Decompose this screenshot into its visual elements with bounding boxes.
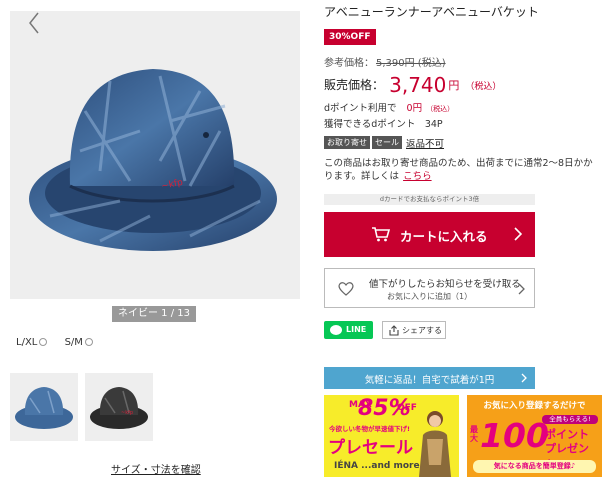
banner2-top-text: お気に入り登録するだけで <box>483 401 586 411</box>
product-title: アベニューランナーアベニューバケット <box>324 5 539 19</box>
share-label: シェアする <box>402 326 442 335</box>
thumbnail-black[interactable]: ~kfp <box>85 373 153 441</box>
presale-banner[interactable]: MAX 85% OFF 今欲しい冬物が早速値下げ! プレセール IÉNA ...… <box>324 395 459 477</box>
line-icon <box>330 325 342 335</box>
banner-subtitle: 今欲しい冬物が早速値下げ! <box>329 425 410 433</box>
sale-price-yen: 円 <box>448 79 460 92</box>
reference-price-value: 5,390円 (税込) <box>376 58 446 69</box>
chevron-left-icon[interactable] <box>26 11 42 35</box>
sale-price-value: 3,740 <box>389 73 447 97</box>
reference-price-label: 参考価格： <box>324 58 374 69</box>
chevron-right-icon <box>521 373 527 383</box>
dpoint-use-label: dポイント利用で <box>324 103 397 114</box>
price-drop-favorite-button[interactable]: 値下がりしたらお知らせを受け取る お気に入りに追加（1） <box>324 268 535 308</box>
price-drop-label: 値下がりしたらお知らせを受け取る <box>369 279 521 290</box>
size-options: L/XL S/M <box>16 337 107 348</box>
thumbnail-navy[interactable] <box>10 373 78 441</box>
navy-hat-thumbnail-image <box>15 387 73 429</box>
heart-icon <box>338 282 354 296</box>
share-icon <box>389 325 399 336</box>
model-photo-icon <box>419 411 451 477</box>
size-option-sm[interactable]: S/M <box>65 337 93 348</box>
stock-circle-icon <box>84 338 93 346</box>
line-share-button[interactable]: LINE <box>324 321 373 339</box>
chevron-right-icon[interactable] <box>282 11 300 35</box>
tag-sale: セール <box>372 136 402 149</box>
banner-main-title: プレセール <box>328 438 413 458</box>
dpoint-use-tax: （税込） <box>426 105 455 113</box>
add-to-cart-label: カートに入れる <box>400 229 488 244</box>
favorite-count-label: お気に入りに追加（1） <box>387 292 473 301</box>
banner2-bottom-text: 気になる商品を簡単登録♪ <box>473 460 596 473</box>
discount-badge: 30%OFF <box>324 29 376 45</box>
chevron-right-icon <box>518 283 525 295</box>
favorite-points-banner[interactable]: お気に入り登録するだけで 最大 100 全員もらえる! ポイント プレゼント! … <box>467 395 602 477</box>
shipping-notice: この商品はお取り寄せ商品のため、出荷までに通常2～8日かかります。詳しくは こちら <box>324 157 599 183</box>
chevron-right-icon <box>514 227 522 241</box>
size-label: S/M <box>64 337 83 348</box>
home-try-on-banner[interactable]: 気軽に返品！自宅で試着が1円 <box>324 367 535 389</box>
line-label: LINE <box>346 325 367 334</box>
dpoint-use: dポイント利用で 0円 （税込） <box>324 100 454 114</box>
add-to-cart-button[interactable]: カートに入れる <box>324 212 535 257</box>
sale-price: 販売価格： 3,740 円 （税込） <box>324 73 501 97</box>
shipping-notice-text: この商品はお取り寄せ商品のため、出荷までに通常2～8日かかります。詳しくは <box>324 158 593 182</box>
product-image[interactable]: ~kfp <box>10 11 300 299</box>
banner2-points-number: 100 <box>480 416 549 455</box>
stock-circle-icon <box>39 338 48 346</box>
black-hat-thumbnail-image: ~kfp <box>90 387 148 429</box>
dpoint-use-value: 0円 <box>406 103 423 114</box>
dpoint-earn: 獲得できるdポイント 34P <box>324 119 443 130</box>
banner2-max-label: 最大 <box>470 425 478 443</box>
size-label: L/XL <box>16 337 38 348</box>
sale-price-label: 販売価格： <box>324 78 385 92</box>
svg-text:~kfp: ~kfp <box>121 410 133 416</box>
share-button[interactable]: シェアする <box>382 321 446 339</box>
tag-order: お取り寄せ <box>324 136 370 149</box>
no-returns-link[interactable]: 返品不可 <box>406 139 444 150</box>
shipping-details-link[interactable]: こちら <box>403 171 432 182</box>
sale-price-tax: （税込） <box>465 82 502 92</box>
image-counter: ネイビー 1 / 13 <box>112 306 196 322</box>
size-option-lxl[interactable]: L/XL <box>16 337 48 348</box>
size-guide-link[interactable]: サイズ・寸法を確認 <box>111 461 201 476</box>
cart-icon <box>372 227 391 242</box>
banner2-badge: 全員もらえる! <box>542 415 598 424</box>
product-tags: お取り寄せ セール 返品不可 <box>324 132 444 151</box>
home-try-on-label: 気軽に返品！自宅で試着が1円 <box>364 375 495 386</box>
dcard-note: dカードでお支払ならポイント3倍 <box>324 194 535 205</box>
bucket-hat-image: ~kfp <box>29 69 277 251</box>
reference-price: 参考価格： 5,390円 (税込) <box>324 54 446 69</box>
